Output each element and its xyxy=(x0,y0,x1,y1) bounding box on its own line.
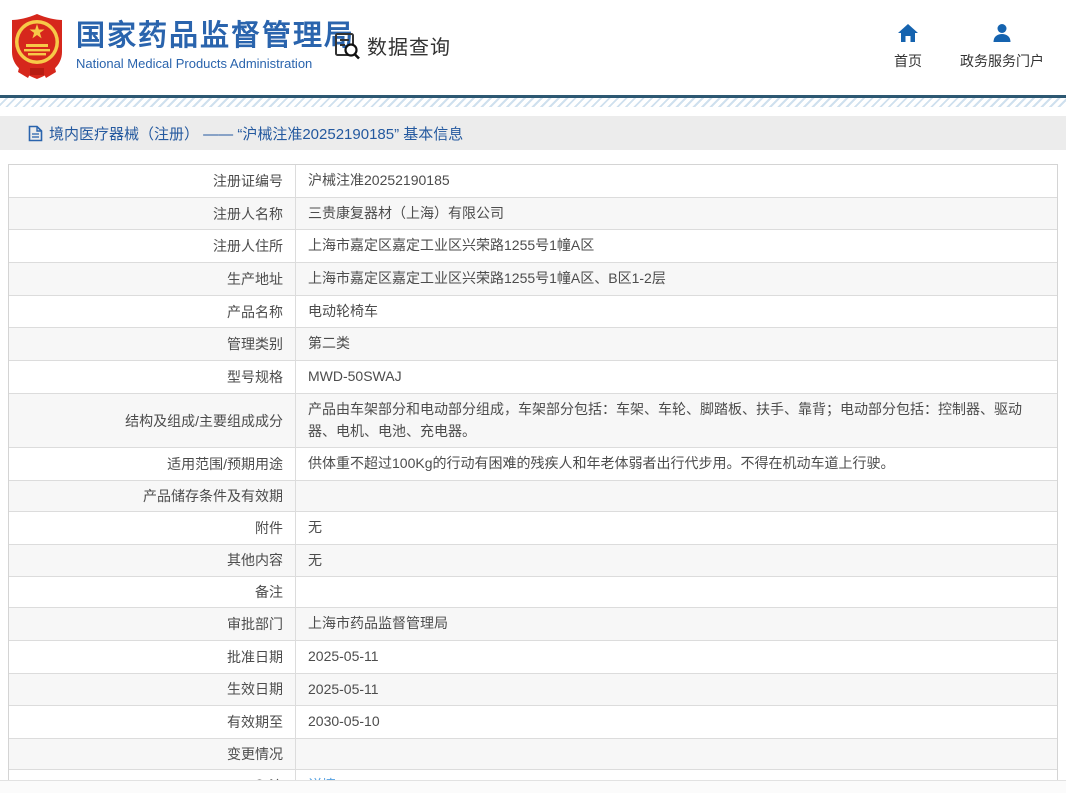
row-value: MWD-50SWAJ xyxy=(308,368,402,385)
row-value: 2030-05-10 xyxy=(308,713,380,730)
row-value: 沪械注准20252190185 xyxy=(308,172,450,188)
user-icon xyxy=(993,24,1011,42)
data-query-icon xyxy=(335,32,360,59)
row-value xyxy=(296,481,1057,511)
registration-info-table: 注册证编号 沪械注准20252190185 注册人名称 三贵康复器材（上海）有限公司注… xyxy=(8,164,1058,793)
row-value: 无 xyxy=(308,518,322,535)
row-value: 供体重不超过100Kg的行动有困难的残疾人和年老体弱者出行代步用。不得在机动车道… xyxy=(308,455,895,472)
row-value: 上海市嘉定区嘉定工业区兴荣路1255号1幢A区 xyxy=(308,237,595,254)
table-row: 产品名称 电动轮椅车 xyxy=(9,295,1057,329)
row-label: 审批部门 xyxy=(9,608,296,640)
row-label: 型号规格 xyxy=(9,361,296,393)
row-value: 三贵康复器材（上海）有限公司 xyxy=(308,204,504,221)
brand-text: 国家药品监督管理局 National Medical Products Admi… xyxy=(76,19,356,72)
row-value: 产品由车架部分和电动部分组成，车架部分包括：车架、车轮、脚踏板、扶手、靠背；电动… xyxy=(308,400,1022,439)
table-row: 注册证编号 沪械注准20252190185 xyxy=(9,165,1057,198)
table-row: 注册人名称 三贵康复器材（上海）有限公司 xyxy=(9,197,1057,231)
row-value: 2025-05-11 xyxy=(308,680,379,697)
row-label: 产品储存条件及有效期 xyxy=(9,480,296,511)
table-row: 审批部门 上海市药品监督管理局 xyxy=(9,608,1057,641)
nmpa-emblem-logo xyxy=(12,14,62,79)
table-row: 适用范围/预期用途 供体重不超过100Kg的行动有困难的残疾人和年老体弱者出行代步… xyxy=(9,448,1057,481)
table-row: 备注 xyxy=(9,577,1057,609)
header-hatch-band xyxy=(0,98,1066,107)
row-label: 变更情况 xyxy=(9,739,296,769)
data-query-section: 数据查询 xyxy=(333,31,451,60)
table-row: 生产地址 上海市嘉定区嘉定工业区兴荣路1255号1幢A区、B区1-2层 xyxy=(9,263,1057,296)
row-label: 附件 xyxy=(9,511,296,544)
table-row: 批准日期 2025-05-11 xyxy=(9,640,1057,674)
footer-strip xyxy=(0,780,1066,793)
row-label: 有效期至 xyxy=(9,706,296,738)
row-value: 第二类 xyxy=(308,335,350,352)
row-label: 注册证编号 xyxy=(9,165,296,197)
breadcrumb-text: 境内医疗器械（注册） —— “沪械注准20252190185” 基本信息 xyxy=(49,125,464,143)
table-row: 产品储存条件及有效期 xyxy=(9,480,1057,512)
row-label: 生效日期 xyxy=(9,673,296,706)
table-row: 生效日期 2025-05-11 xyxy=(9,673,1057,707)
breadcrumb: 境内医疗器械（注册） —— “沪械注准20252190185” 基本信息 xyxy=(0,116,1066,150)
row-label: 备注 xyxy=(9,577,296,608)
home-icon xyxy=(898,24,918,42)
page-header: 国家药品监督管理局 National Medical Products Admi… xyxy=(0,0,1066,95)
row-label: 批准日期 xyxy=(9,640,296,673)
row-value: 2025-05-11 xyxy=(308,647,379,664)
document-icon xyxy=(28,125,43,141)
row-label: 结构及组成/主要组成成分 xyxy=(9,393,296,448)
top-nav: 首页 政务服务门户 xyxy=(894,22,1044,71)
table-row: 型号规格 MWD-50SWAJ xyxy=(9,361,1057,394)
row-value: 无 xyxy=(308,551,322,568)
row-label: 注册人住所 xyxy=(9,230,296,263)
row-value: 电动轮椅车 xyxy=(308,302,378,319)
org-name-en: National Medical Products Administration xyxy=(76,56,313,72)
row-value: 上海市药品监督管理局 xyxy=(308,615,448,632)
nav-label-portal: 政务服务门户 xyxy=(960,53,1044,69)
table-row: 附件无 xyxy=(9,511,1057,545)
row-value xyxy=(296,739,1057,769)
table-row: 其他内容无 xyxy=(9,544,1057,578)
table-row: 有效期至 2030-05-10 xyxy=(9,706,1057,739)
nav-label-home: 首页 xyxy=(894,53,922,69)
row-label: 适用范围/预期用途 xyxy=(9,448,296,480)
row-value: 上海市嘉定区嘉定工业区兴荣路1255号1幢A区、B区1-2层 xyxy=(308,270,666,287)
data-query-title: 数据查询 xyxy=(367,37,451,59)
row-value xyxy=(296,577,1057,607)
row-label: 注册人名称 xyxy=(9,197,296,230)
row-label: 其他内容 xyxy=(9,544,296,577)
row-label: 生产地址 xyxy=(9,263,296,295)
table-row: 结构及组成/主要组成成分 产品由车架部分和电动部分组成，车架部分包括：车架、车轮、… xyxy=(9,393,1057,449)
table-row: 变更情况 xyxy=(9,739,1057,770)
nav-item-portal[interactable]: 政务服务门户 xyxy=(960,22,1044,71)
org-name-cn: 国家药品监督管理局 xyxy=(76,19,356,52)
row-label: 管理类别 xyxy=(9,328,296,361)
nav-item-home[interactable]: 首页 xyxy=(894,22,922,71)
nmpa-brand: 国家药品监督管理局 National Medical Products Admi… xyxy=(8,12,355,80)
table-row: 管理类别 第二类 xyxy=(9,328,1057,362)
row-label: 产品名称 xyxy=(9,295,296,328)
table-row: 注册人住所 上海市嘉定区嘉定工业区兴荣路1255号1幢A区 xyxy=(9,230,1057,264)
